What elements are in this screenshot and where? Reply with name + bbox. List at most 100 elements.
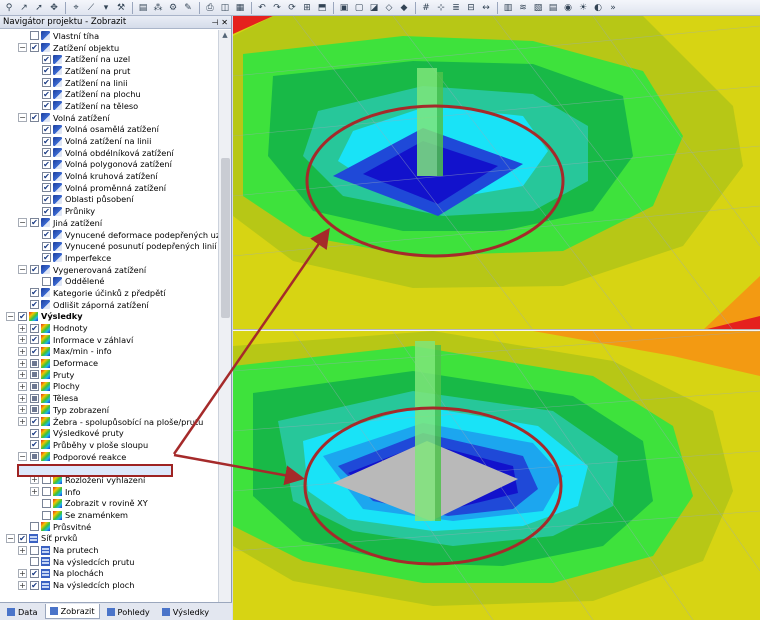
tree-checkbox[interactable] (42, 487, 51, 497)
tree-item[interactable]: ✔ Průniky (0, 205, 218, 217)
tree-item[interactable]: + ✔ Žebra - spolupůsobící na ploše/prutu (0, 416, 218, 428)
tree-item[interactable]: + Na prutech (0, 544, 218, 556)
tree-item[interactable]: ✔ Volná zatížení na linii (0, 135, 218, 147)
tree-checkbox[interactable]: ✔ (30, 428, 39, 438)
view-y-icon[interactable]: ▢ (352, 1, 366, 15)
tree-item[interactable]: − ✔ Zatížení objektu (0, 42, 218, 54)
tree-item[interactable]: − ✔ Síť prvků (0, 533, 218, 545)
tree-checkbox[interactable]: ✔ (42, 148, 51, 158)
view-icon[interactable]: ◫ (218, 1, 232, 15)
node-icon[interactable]: ⌖ (69, 1, 83, 15)
tree-item[interactable]: ✔ Imperfekce (0, 252, 218, 264)
tree-checkbox[interactable]: ✔ (42, 253, 51, 263)
tree-checkbox[interactable] (42, 498, 51, 508)
tree-item[interactable]: + Deformace (0, 357, 218, 369)
tree-item[interactable]: − Podporové reakce (0, 451, 218, 463)
light-icon[interactable]: ☀ (576, 1, 590, 15)
more-icon[interactable]: » (606, 1, 620, 15)
settings-icon[interactable]: ⚙ (166, 1, 180, 15)
tree-checkbox[interactable] (42, 475, 51, 485)
tree-checkbox[interactable]: ✔ (30, 300, 39, 310)
collapse-icon[interactable]: − (18, 218, 27, 228)
print-icon[interactable]: ⎙ (203, 1, 217, 15)
tree-item[interactable]: ✔ Kategorie účinků z předpětí (0, 287, 218, 299)
pin-icon[interactable]: ⊣ (211, 18, 218, 27)
tree-checkbox[interactable]: ✔ (30, 335, 39, 345)
tree-checkbox[interactable]: ✔ (42, 136, 51, 146)
tree-item[interactable]: Průsvitné (0, 521, 218, 533)
tree-checkbox[interactable]: ✔ (18, 533, 27, 543)
select-icon[interactable]: ↗ (17, 1, 31, 15)
tree-item[interactable]: Na výsledcích prutu (0, 556, 218, 568)
render-icon[interactable]: ▦ (233, 1, 247, 15)
tree-checkbox[interactable] (30, 522, 39, 532)
filter-icon[interactable]: ▾ (99, 1, 113, 15)
tree-checkbox[interactable]: ✔ (30, 43, 39, 53)
undo-icon[interactable]: ↶ (255, 1, 269, 15)
tree-item[interactable]: + ✔ Na výsledcích ploch (0, 579, 218, 591)
tree-item[interactable]: ✔ Oblasti působení (0, 194, 218, 206)
tree-checkbox[interactable]: ✔ (42, 183, 51, 193)
tab-2[interactable]: Pohledy (102, 604, 155, 619)
tree-checkbox[interactable]: ✔ (30, 440, 39, 450)
table-icon[interactable]: ▤ (546, 1, 560, 15)
tree-item[interactable]: + ✔ Max/min - info (0, 346, 218, 358)
tree-item[interactable]: ✔ Volná polygonová zatížení (0, 159, 218, 171)
member-icon[interactable]: ⟋ (84, 1, 98, 15)
tree-checkbox[interactable] (30, 370, 39, 380)
tree-item[interactable]: ✔ Volná proměnná zatížení (0, 182, 218, 194)
collapse-icon[interactable]: − (18, 452, 27, 462)
tree-scrollbar[interactable]: ▲ (218, 30, 231, 602)
tree-checkbox[interactable]: ✔ (42, 206, 51, 216)
tree-checkbox[interactable]: ✔ (30, 580, 39, 590)
expand-icon[interactable]: + (18, 405, 27, 415)
tree-item[interactable]: + ✔ Informace v záhlaví (0, 334, 218, 346)
expand-icon[interactable]: + (18, 370, 27, 380)
tree-item[interactable]: ✔ Zatížení na linii (0, 77, 218, 89)
tree-checkbox[interactable]: ✔ (30, 417, 39, 427)
snap-icon[interactable]: ⊹ (434, 1, 448, 15)
tree-item[interactable]: ✔ Vynucené deformace podepřených uzlů (0, 229, 218, 241)
tree-item[interactable]: + Tělesa (0, 392, 218, 404)
values-icon[interactable]: ⁂ (151, 1, 165, 15)
tree-checkbox[interactable]: ✔ (42, 171, 51, 181)
tree-checkbox[interactable] (30, 358, 39, 368)
expand-icon[interactable]: + (18, 335, 27, 345)
tree-checkbox[interactable]: ✔ (30, 113, 39, 123)
view-z-icon[interactable]: ◪ (367, 1, 381, 15)
expand-icon[interactable]: + (18, 323, 27, 333)
results-view-top[interactable] (233, 16, 760, 330)
tree-checkbox[interactable]: ✔ (30, 288, 39, 298)
tools-icon[interactable]: ⚒ (114, 1, 128, 15)
tree-item[interactable]: Vlastní tíha (0, 30, 218, 42)
expand-icon[interactable]: + (18, 358, 27, 368)
tree-item[interactable]: + ✔ Skutečné (0, 462, 218, 474)
tree-item[interactable]: + Rozložení vyhlazení (0, 474, 218, 486)
tree-checkbox[interactable] (30, 393, 39, 403)
dimension-icon[interactable]: ↔ (479, 1, 493, 15)
tree-checkbox[interactable] (30, 452, 39, 462)
expand-icon[interactable]: + (30, 487, 39, 497)
results-icon[interactable]: ▤ (136, 1, 150, 15)
expand-icon[interactable]: + (18, 346, 27, 356)
tree-checkbox[interactable]: ✔ (42, 230, 51, 240)
wireframe-icon[interactable]: ◇ (382, 1, 396, 15)
tree-item[interactable]: + ✔ Na plochách (0, 568, 218, 580)
tree-checkbox[interactable]: ✔ (30, 218, 39, 228)
display-icon[interactable]: ◉ (561, 1, 575, 15)
tree-item[interactable]: ✔ Vynucené posunutí podepřených linií (0, 240, 218, 252)
tree-checkbox[interactable] (30, 557, 39, 567)
tree-item[interactable]: Zobrazit v rovině XY (0, 498, 218, 510)
move-icon[interactable]: ✥ (47, 1, 61, 15)
wand-icon[interactable]: ✎ (181, 1, 195, 15)
tree-item[interactable]: ✔ Volná osamělá zatížení (0, 124, 218, 136)
hide-icon[interactable]: ◐ (591, 1, 605, 15)
tree-checkbox[interactable]: ✔ (42, 194, 51, 204)
rotate-icon[interactable]: ⟳ (285, 1, 299, 15)
xyz-icon[interactable]: ⊞ (300, 1, 314, 15)
tab-3[interactable]: Výsledky (157, 604, 214, 619)
tree-checkbox[interactable] (42, 276, 51, 286)
expand-icon[interactable]: + (30, 475, 39, 485)
pointer-icon[interactable]: ➚ (32, 1, 46, 15)
tree-checkbox[interactable]: ✔ (42, 124, 51, 134)
